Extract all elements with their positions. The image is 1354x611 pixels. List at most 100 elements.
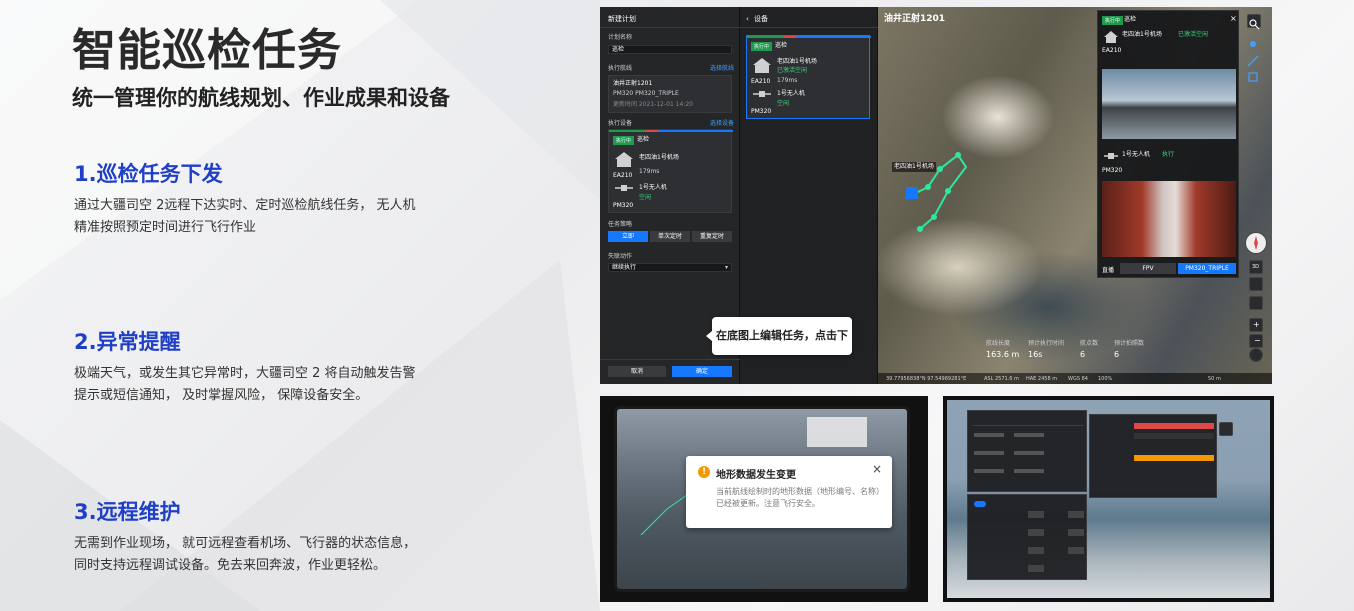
section-body-alert: 极端天气，或发生其它异常时，大疆司空 2 将自动触发告警 提示或短信通知， 及时… [74, 363, 494, 407]
device-status-panel [967, 410, 1087, 492]
locate-icon[interactable] [1249, 296, 1263, 310]
section-body-maintenance: 无需到作业现场， 就可远程查看机场、飞行器的状态信息， 同时支持远程调试设备。免… [74, 533, 494, 577]
live-drone-model: PM320 [1102, 167, 1123, 174]
section-line: 无需到作业现场， 就可远程查看机场、飞行器的状态信息， [74, 536, 417, 551]
type-once-button[interactable]: 单次定时 [650, 231, 690, 242]
section-title-dispatch: 1.巡检任务下发 [74, 162, 223, 186]
debug-action-button[interactable] [1028, 529, 1044, 536]
back-icon[interactable]: ‹ [746, 15, 749, 23]
map-footer-item: HAE 2458 m [1026, 376, 1058, 382]
live-dock-model: EA210 [1102, 47, 1122, 54]
type-label: 任务策略 [608, 221, 633, 228]
terrain-change-alert: ! 地形数据发生变更 × 当前航线绘制时的地形数据（地形编号、名称）已经被更新。… [686, 456, 892, 528]
map-footer-item: WGS 84 [1068, 376, 1088, 382]
dock-name: 老四油1号机场 [639, 154, 679, 161]
cancel-button[interactable]: 取消 [608, 366, 666, 377]
device-card[interactable]: 执行中 巡检 老四油1号机场 EA210 179ms 1号无人机 空闲 PM32… [608, 129, 733, 213]
live-dock-state: 已激活空闲 [1178, 31, 1209, 38]
drone-icon [753, 91, 771, 97]
map-status-bar: 39.77956838°N 97.54989281°E ASL 2571.6 m… [878, 373, 1272, 384]
line-icon[interactable] [1247, 52, 1261, 67]
section-line: 通过大疆司空 2远程下达实时、定时巡检航线任务， 无人机 [74, 198, 416, 213]
fpv-tab[interactable]: FPV [1120, 263, 1176, 274]
stat-value: 16s [1028, 350, 1043, 359]
section-body-dispatch: 通过大疆司空 2远程下达实时、定时巡检航线任务， 无人机 精准按照预定时间进行飞… [74, 195, 494, 239]
edit-task-callout: 在底图上编辑任务，点击下发 [706, 317, 852, 380]
north-icon[interactable] [1249, 348, 1263, 362]
route-name: 油井正射1201 [613, 80, 653, 87]
plan-name-value: 巡检 [612, 46, 625, 53]
debug-toggle[interactable] [974, 501, 986, 507]
drone-model: PM320 [613, 202, 634, 209]
mini-info-card [807, 417, 867, 447]
lost-action-select[interactable]: 继续执行 ▾ [608, 263, 732, 272]
warning-icon: ! [698, 466, 710, 478]
section-line: 提示或短信通知， 及时掌握风险， 保障设备安全。 [74, 388, 369, 403]
pin-icon[interactable] [1247, 36, 1261, 50]
remote-map-view [947, 400, 1270, 598]
debug-action-button[interactable] [1068, 547, 1084, 554]
drone-camera-feed[interactable] [1102, 181, 1236, 257]
debug-action-button[interactable] [1028, 565, 1044, 572]
drone-name: 1号无人机 [777, 90, 805, 97]
section-line: 极端天气，或发生其它异常时，大疆司空 2 将自动触发告警 [74, 366, 416, 381]
drone-state: 空闲 [639, 194, 652, 201]
dock-signal: 179ms [639, 168, 660, 175]
device-panel-header: 设备 [754, 15, 768, 23]
drone-status-panel [1089, 414, 1217, 498]
debug-action-button[interactable] [1028, 547, 1044, 554]
map-dock-label: 老四油1号机场 [892, 162, 936, 172]
3d-toggle[interactable]: 3D [1249, 260, 1263, 274]
feature-intro: 智能巡检任务 统一管理你的航线规划、作业成果和设备 1.巡检任务下发 通过大疆司… [0, 0, 590, 611]
live-drone-state: 执行 [1162, 151, 1175, 158]
section-title-maintenance: 3.远程维护 [74, 500, 181, 524]
stat-value: 163.6 m [986, 350, 1020, 359]
select-device-link[interactable]: 选择设备 [710, 120, 734, 128]
dock-icon [1104, 31, 1118, 43]
debug-action-button[interactable] [1068, 511, 1084, 518]
page-title: 智能巡检任务 [72, 25, 342, 76]
device-status-badge: 执行中 [613, 136, 635, 145]
compass-icon[interactable] [1245, 232, 1267, 254]
dock-icon [615, 152, 633, 167]
layers-icon[interactable] [1249, 277, 1263, 291]
section-title-alert: 2.异常提醒 [74, 330, 181, 354]
search-icon[interactable] [1219, 422, 1233, 436]
select-route-link[interactable]: 选择航线 [710, 65, 734, 73]
confirm-button[interactable]: 确定 [672, 366, 732, 377]
remote-debug-screenshot [943, 396, 1274, 602]
type-repeat-button[interactable]: 重复定时 [692, 231, 732, 242]
close-icon[interactable]: × [1230, 15, 1237, 23]
dock-camera-feed[interactable] [1102, 69, 1236, 139]
live-device-panel: 执行中 巡检 × 老四油1号机场 已激活空闲 EA210 1号无人机 执行 PM… [1097, 10, 1239, 278]
plan-name-input[interactable]: 巡检 [608, 45, 732, 54]
payload-tab[interactable]: PM320_TRIPLE [1178, 263, 1236, 274]
stat-label: 预计执行时间 [1028, 340, 1065, 347]
dock-name: 老四油1号机场 [777, 58, 817, 65]
type-immediate-button[interactable]: 立即 [608, 231, 648, 242]
zoom-in-button[interactable]: + [1249, 318, 1263, 332]
close-icon[interactable]: × [872, 462, 882, 476]
live-dock-name: 老四油1号机场 [1122, 31, 1162, 38]
alert-title: 地形数据发生变更 [716, 470, 796, 481]
section-line: 同时支持远程调试设备。免去来回奔波，作业更轻松。 [74, 558, 387, 573]
plan-name-label: 计划名称 [608, 34, 633, 41]
dock-icon [753, 58, 771, 73]
map-route-title: 油井正射1201 [884, 14, 946, 24]
remote-debug-panel [967, 494, 1087, 580]
live-status-badge: 执行中 [1102, 16, 1124, 25]
dock-model: EA210 [751, 78, 771, 85]
debug-action-button[interactable] [1028, 511, 1044, 518]
device-list-card[interactable]: 执行中 巡检 老四油1号机场 已激活空闲 EA210 179ms 1号无人机 空… [746, 35, 871, 119]
flight-route [906, 152, 968, 232]
stat-value: 6 [1080, 350, 1086, 359]
map-footer-item: 100% [1098, 376, 1113, 382]
search-icon[interactable] [1247, 14, 1261, 30]
drone-state: 空闲 [777, 100, 790, 107]
polygon-icon[interactable] [1247, 68, 1261, 82]
route-card[interactable]: 油井正射1201 PM320 PM320_TRIPLE 更新时间 2021-12… [608, 75, 732, 113]
drone-model: PM320 [751, 108, 772, 115]
zoom-out-button[interactable]: − [1249, 334, 1263, 348]
debug-action-button[interactable] [1068, 529, 1084, 536]
live-title: 巡检 [1124, 16, 1137, 23]
